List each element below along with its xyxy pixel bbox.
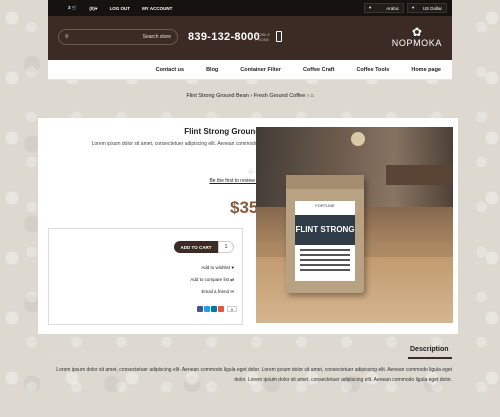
buy-box: ADD TO CART 1 Add to wishlist ♥ Add to c… bbox=[48, 228, 243, 325]
currency-select[interactable]: ▾ US Dollar bbox=[407, 3, 447, 13]
bag-fold bbox=[286, 175, 364, 189]
wishlist-link[interactable]: (0)♥ bbox=[89, 6, 97, 11]
nav-item-coffee-craft[interactable]: Coffee Craft bbox=[292, 67, 345, 73]
bag-label: FORTUNE FLINT STRONG bbox=[295, 201, 355, 281]
top-bar: 3 🛒 (0)♥ LOG OUT MY ACCOUNT ▾ Arabic ▾ US … bbox=[48, 0, 452, 16]
heart-icon: ♥ bbox=[94, 5, 98, 11]
search-input[interactable]: ⚲ Search store bbox=[58, 29, 178, 45]
twitter-icon[interactable] bbox=[204, 306, 210, 312]
breadcrumb-product: Flint Strong Ground Bean bbox=[186, 93, 249, 99]
share-buttons: 0 bbox=[197, 306, 237, 312]
phone-number: 839-132-8000 bbox=[188, 31, 261, 43]
currency-value: US Dollar bbox=[422, 5, 442, 11]
breadcrumb-separator: › bbox=[250, 93, 253, 99]
tab-description[interactable]: Description bbox=[410, 346, 449, 353]
nav-item-home-page[interactable]: Home page bbox=[400, 67, 452, 73]
lamp-light bbox=[351, 132, 365, 146]
nav-item-blog[interactable]: Blog bbox=[195, 67, 229, 73]
share-plus-icon[interactable] bbox=[218, 306, 224, 312]
mobile-phone-icon bbox=[276, 31, 282, 42]
add-to-compare-button[interactable]: Add to compare list ⇄ bbox=[190, 277, 234, 283]
bag-label-text-lines bbox=[300, 249, 350, 274]
product-panel: Flint Strong Ground Bean Lorem ipsum dol… bbox=[38, 118, 458, 334]
cart-icon: 🛒 bbox=[71, 5, 78, 10]
logo[interactable]: ✿ NOPMOKA bbox=[392, 26, 442, 48]
cart-link[interactable]: 3 🛒 bbox=[68, 5, 77, 11]
language-value: Arabic bbox=[386, 5, 399, 11]
add-to-wishlist-label: Add to wishlist bbox=[201, 265, 231, 270]
home-icon[interactable]: ⌂ bbox=[310, 93, 313, 99]
add-to-wishlist-button[interactable]: Add to wishlist ♥ bbox=[201, 265, 234, 270]
language-select[interactable]: ▾ Arabic bbox=[364, 3, 404, 13]
my-account-link[interactable]: MY ACCOUNT bbox=[142, 6, 172, 11]
phone-label: MOBILE PHONE bbox=[255, 32, 270, 42]
email-friend-button[interactable]: Email a friend ✉ bbox=[201, 289, 234, 295]
breadcrumb-separator: › bbox=[306, 93, 309, 99]
header: ⚲ Search store 839-132-8000 MOBILE PHONE… bbox=[48, 16, 452, 60]
tab-active-indicator bbox=[408, 357, 452, 359]
logo-text: NOPMOKA bbox=[391, 38, 442, 48]
email-friend-label: Email a friend bbox=[201, 289, 229, 294]
facebook-icon[interactable] bbox=[197, 306, 203, 312]
description-text: Lorem ipsum dolor sit amet, consectetuer… bbox=[56, 367, 452, 383]
chevron-down-icon: ▾ bbox=[369, 5, 372, 10]
heart-icon: ♥ bbox=[231, 265, 234, 270]
search-icon: ⚲ bbox=[65, 34, 69, 40]
nav-item-contact-us[interactable]: Contact us bbox=[145, 67, 195, 73]
add-to-compare-label: Add to compare list bbox=[190, 277, 229, 282]
phone-label-line-2: PHONE bbox=[255, 36, 270, 42]
share-count: 0 bbox=[227, 306, 237, 312]
quantity-input[interactable]: 1 bbox=[218, 241, 234, 253]
tab-divider bbox=[48, 358, 452, 359]
breadcrumb-category[interactable]: Fresh Ground Coffee bbox=[254, 93, 306, 99]
add-to-cart-button[interactable]: ADD TO CART bbox=[174, 241, 218, 253]
nav-item-coffee-tools[interactable]: Coffee Tools bbox=[345, 67, 400, 73]
linkedin-icon[interactable] bbox=[211, 306, 217, 312]
shelf bbox=[386, 165, 453, 185]
bag-maker: FORTUNE bbox=[315, 203, 335, 208]
logout-link[interactable]: LOG OUT bbox=[110, 6, 131, 11]
coffee-bean-icon: ✿ bbox=[411, 25, 422, 39]
product-image[interactable]: FORTUNE FLINT STRONG bbox=[256, 127, 453, 323]
search-placeholder: Search store bbox=[142, 34, 171, 40]
breadcrumb: Flint Strong Ground Bean › Fresh Ground … bbox=[0, 93, 500, 99]
product-short-description: Lorem ipsum dolor sit amet, consectetuer… bbox=[91, 141, 282, 155]
nav-item-container-filter[interactable]: Container Filter bbox=[229, 67, 292, 73]
envelope-icon: ✉ bbox=[230, 289, 234, 294]
bag-brand: FLINT STRONG bbox=[295, 215, 355, 245]
cart-count: 3 bbox=[68, 5, 71, 10]
main-nav: Contact us Blog Container Filter Coffee … bbox=[48, 60, 452, 80]
compare-icon: ⇄ bbox=[230, 277, 234, 282]
chevron-down-icon: ▾ bbox=[412, 5, 415, 10]
coffee-bag: FORTUNE FLINT STRONG bbox=[286, 175, 364, 293]
